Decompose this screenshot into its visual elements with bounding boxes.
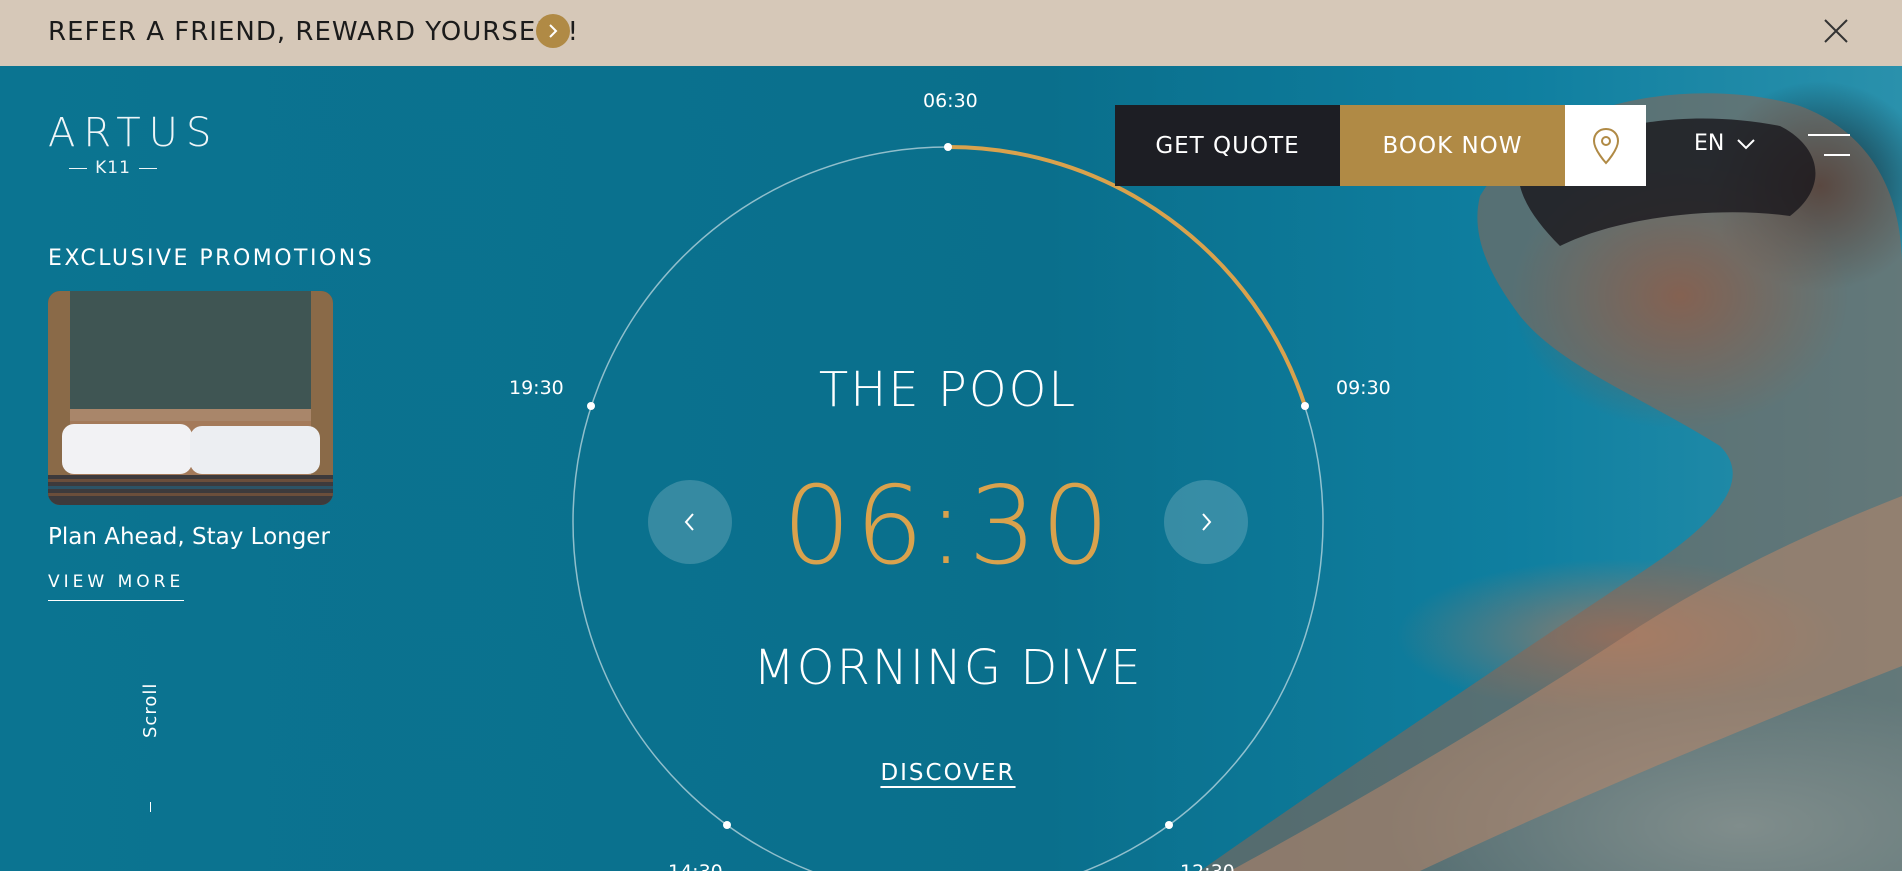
language-label: EN [1694,131,1725,156]
hamburger-menu-icon[interactable] [1808,133,1850,159]
dial-time-label[interactable]: 09:30 [1336,377,1391,399]
chevron-right-icon [1202,513,1212,531]
promotion-image[interactable] [48,291,333,505]
map-pin-icon [1592,127,1619,164]
language-selector[interactable]: EN [1694,131,1756,156]
venue-title: THE POOL [818,362,1078,418]
location-button[interactable] [1565,105,1646,186]
get-quote-button[interactable]: GET QUOTE [1115,105,1340,186]
dial-time-label[interactable]: 19:30 [509,377,564,399]
current-time: 06:30 [782,464,1114,589]
book-now-button[interactable]: BOOK NOW [1340,105,1565,186]
scroll-indicator: Scroll [140,682,161,738]
view-more-link[interactable]: VIEW MORE [48,572,185,601]
chevron-right-icon[interactable] [536,14,570,48]
discover-link[interactable]: DISCOVER [848,760,1048,786]
close-icon[interactable] [1820,15,1852,47]
logo-subtitle: K11 [48,158,178,178]
logo-sub-text: K11 [95,158,131,178]
referral-banner-text[interactable]: REFER A FRIEND, REWARD YOURSELF! [48,17,579,47]
activity-title: MORNING DIVE [753,640,1143,696]
dial-time-label[interactable]: 12:30 [1180,861,1235,871]
promotions-heading: EXCLUSIVE PROMOTIONS [48,246,375,271]
chevron-down-icon [1737,138,1756,149]
referral-banner: REFER A FRIEND, REWARD YOURSELF! [0,0,1902,66]
dial-time-label[interactable]: 06:30 [923,90,978,112]
dial-time-label[interactable]: 14:30 [668,861,723,871]
prev-button[interactable] [648,480,732,564]
logo-text: ARTUS [48,110,220,156]
next-button[interactable] [1164,480,1248,564]
chevron-left-icon [684,513,694,531]
artus-logo[interactable]: ARTUS K11 [48,110,218,178]
scroll-line [150,802,151,812]
promotion-title[interactable]: Plan Ahead, Stay Longer [48,524,330,550]
